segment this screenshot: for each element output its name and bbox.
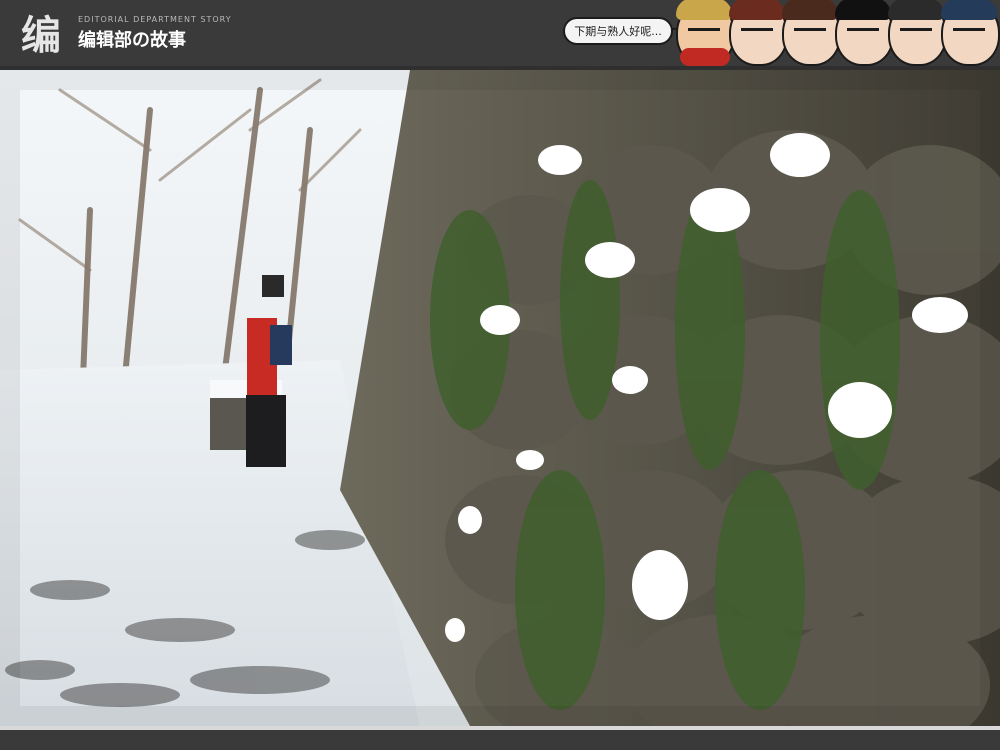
- speech-bubble-text: 下期与熟人好呢...: [574, 25, 662, 38]
- snowy-stone-wall-photo-icon: [0, 70, 1000, 726]
- logo-subtitle: EDITORIAL DEPARTMENT STORY: [78, 15, 232, 24]
- logo-icon: 编: [21, 13, 61, 59]
- speech-bubble: 下期与熟人好呢...: [563, 17, 681, 45]
- cartoon-face-icon: [676, 0, 735, 66]
- cartoon-face-icon: [782, 0, 841, 66]
- cartoon-face-icon: [729, 0, 788, 66]
- site-header: 编 EDITORIAL DEPARTMENT STORY 编辑部の故事 下期与熟…: [0, 0, 1000, 66]
- logo-text: EDITORIAL DEPARTMENT STORY 编辑部の故事: [78, 8, 232, 52]
- main-photo: [0, 70, 1000, 726]
- site-logo[interactable]: 编 EDITORIAL DEPARTMENT STORY 编辑部の故事: [10, 8, 232, 59]
- logo-title: 编辑部の故事: [78, 30, 186, 51]
- site-footer: [0, 730, 1000, 750]
- cartoon-face-icon: [941, 0, 1000, 66]
- cartoon-face-icon: [888, 0, 947, 66]
- cartoon-faces: [676, 0, 1000, 66]
- cartoon-face-icon: [835, 0, 894, 66]
